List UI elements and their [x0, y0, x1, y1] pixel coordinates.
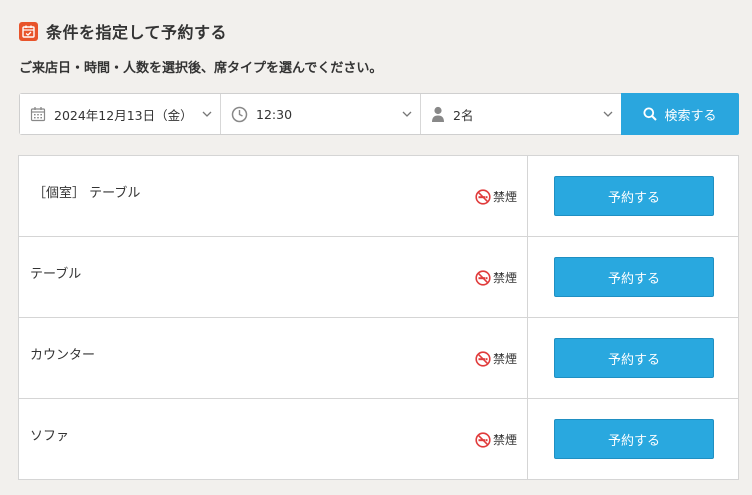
reserve-button[interactable]: 予約する	[554, 419, 714, 459]
reserve-button-label: 予約する	[607, 190, 660, 206]
people-select[interactable]: 2名	[421, 94, 621, 134]
reserve-button[interactable]: 予約する	[554, 338, 714, 378]
no-smoking-icon	[475, 269, 491, 286]
reservation-panel: 条件を指定して予約する ご来店日・時間・人数を選択後、席タイプを選んでください。…	[0, 0, 752, 495]
person-icon	[431, 106, 445, 123]
search-icon	[643, 107, 658, 121]
smoking-label: 禁煙	[492, 433, 517, 447]
seat-info: ［個室］ テーブル 禁煙	[19, 156, 528, 236]
reserve-button-label: 予約する	[607, 433, 660, 449]
calendar-check-icon	[19, 21, 38, 41]
no-smoking-icon	[475, 188, 491, 205]
page-title: 条件を指定して予約する	[46, 23, 228, 42]
search-bar: 2024年12月13日（金） 12:30 2名 検索する	[19, 93, 739, 135]
seat-info: テーブル 禁煙	[19, 237, 528, 317]
seat-name: ［個室］ テーブル	[33, 186, 141, 201]
no-smoking-icon	[475, 350, 491, 367]
instruction-text: ご来店日・時間・人数を選択後、席タイプを選んでください。	[19, 61, 383, 76]
smoking-status: 禁煙	[475, 350, 517, 367]
time-select[interactable]: 12:30	[221, 94, 421, 134]
seat-info: カウンター 禁煙	[19, 318, 528, 398]
seat-name: ソファ	[30, 429, 70, 444]
smoking-label: 禁煙	[492, 190, 517, 204]
reserve-button[interactable]: 予約する	[554, 257, 714, 297]
seat-name: テーブル	[30, 267, 82, 282]
seat-row: ［個室］ テーブル 禁煙 予約する	[19, 156, 738, 237]
reserve-button[interactable]: 予約する	[554, 176, 714, 216]
search-button[interactable]: 検索する	[621, 93, 739, 135]
date-value: 2024年12月13日（金）	[54, 107, 193, 123]
search-button-label: 検索する	[664, 108, 717, 124]
time-value: 12:30	[256, 106, 293, 122]
smoking-label: 禁煙	[492, 352, 517, 366]
reserve-button-label: 予約する	[607, 352, 660, 368]
smoking-status: 禁煙	[475, 188, 517, 205]
seat-name: カウンター	[30, 348, 96, 363]
chevron-down-icon	[402, 111, 412, 117]
seat-type-list: ［個室］ テーブル 禁煙 予約する テーブル 禁煙 予約する カウンター 禁煙 …	[18, 155, 739, 480]
seat-info: ソファ 禁煙	[19, 399, 528, 479]
smoking-label: 禁煙	[492, 271, 517, 285]
smoking-status: 禁煙	[475, 431, 517, 448]
smoking-status: 禁煙	[475, 269, 517, 286]
seat-row: カウンター 禁煙 予約する	[19, 318, 738, 399]
clock-icon	[231, 106, 248, 123]
people-value: 2名	[453, 107, 474, 123]
title-row: 条件を指定して予約する	[19, 20, 227, 42]
chevron-down-icon	[603, 111, 613, 117]
reserve-button-label: 予約する	[607, 271, 660, 287]
chevron-down-icon	[202, 111, 212, 117]
calendar-icon	[30, 106, 46, 122]
seat-row: テーブル 禁煙 予約する	[19, 237, 738, 318]
seat-row: ソファ 禁煙 予約する	[19, 399, 738, 479]
no-smoking-icon	[475, 431, 491, 448]
date-select[interactable]: 2024年12月13日（金）	[20, 94, 221, 134]
